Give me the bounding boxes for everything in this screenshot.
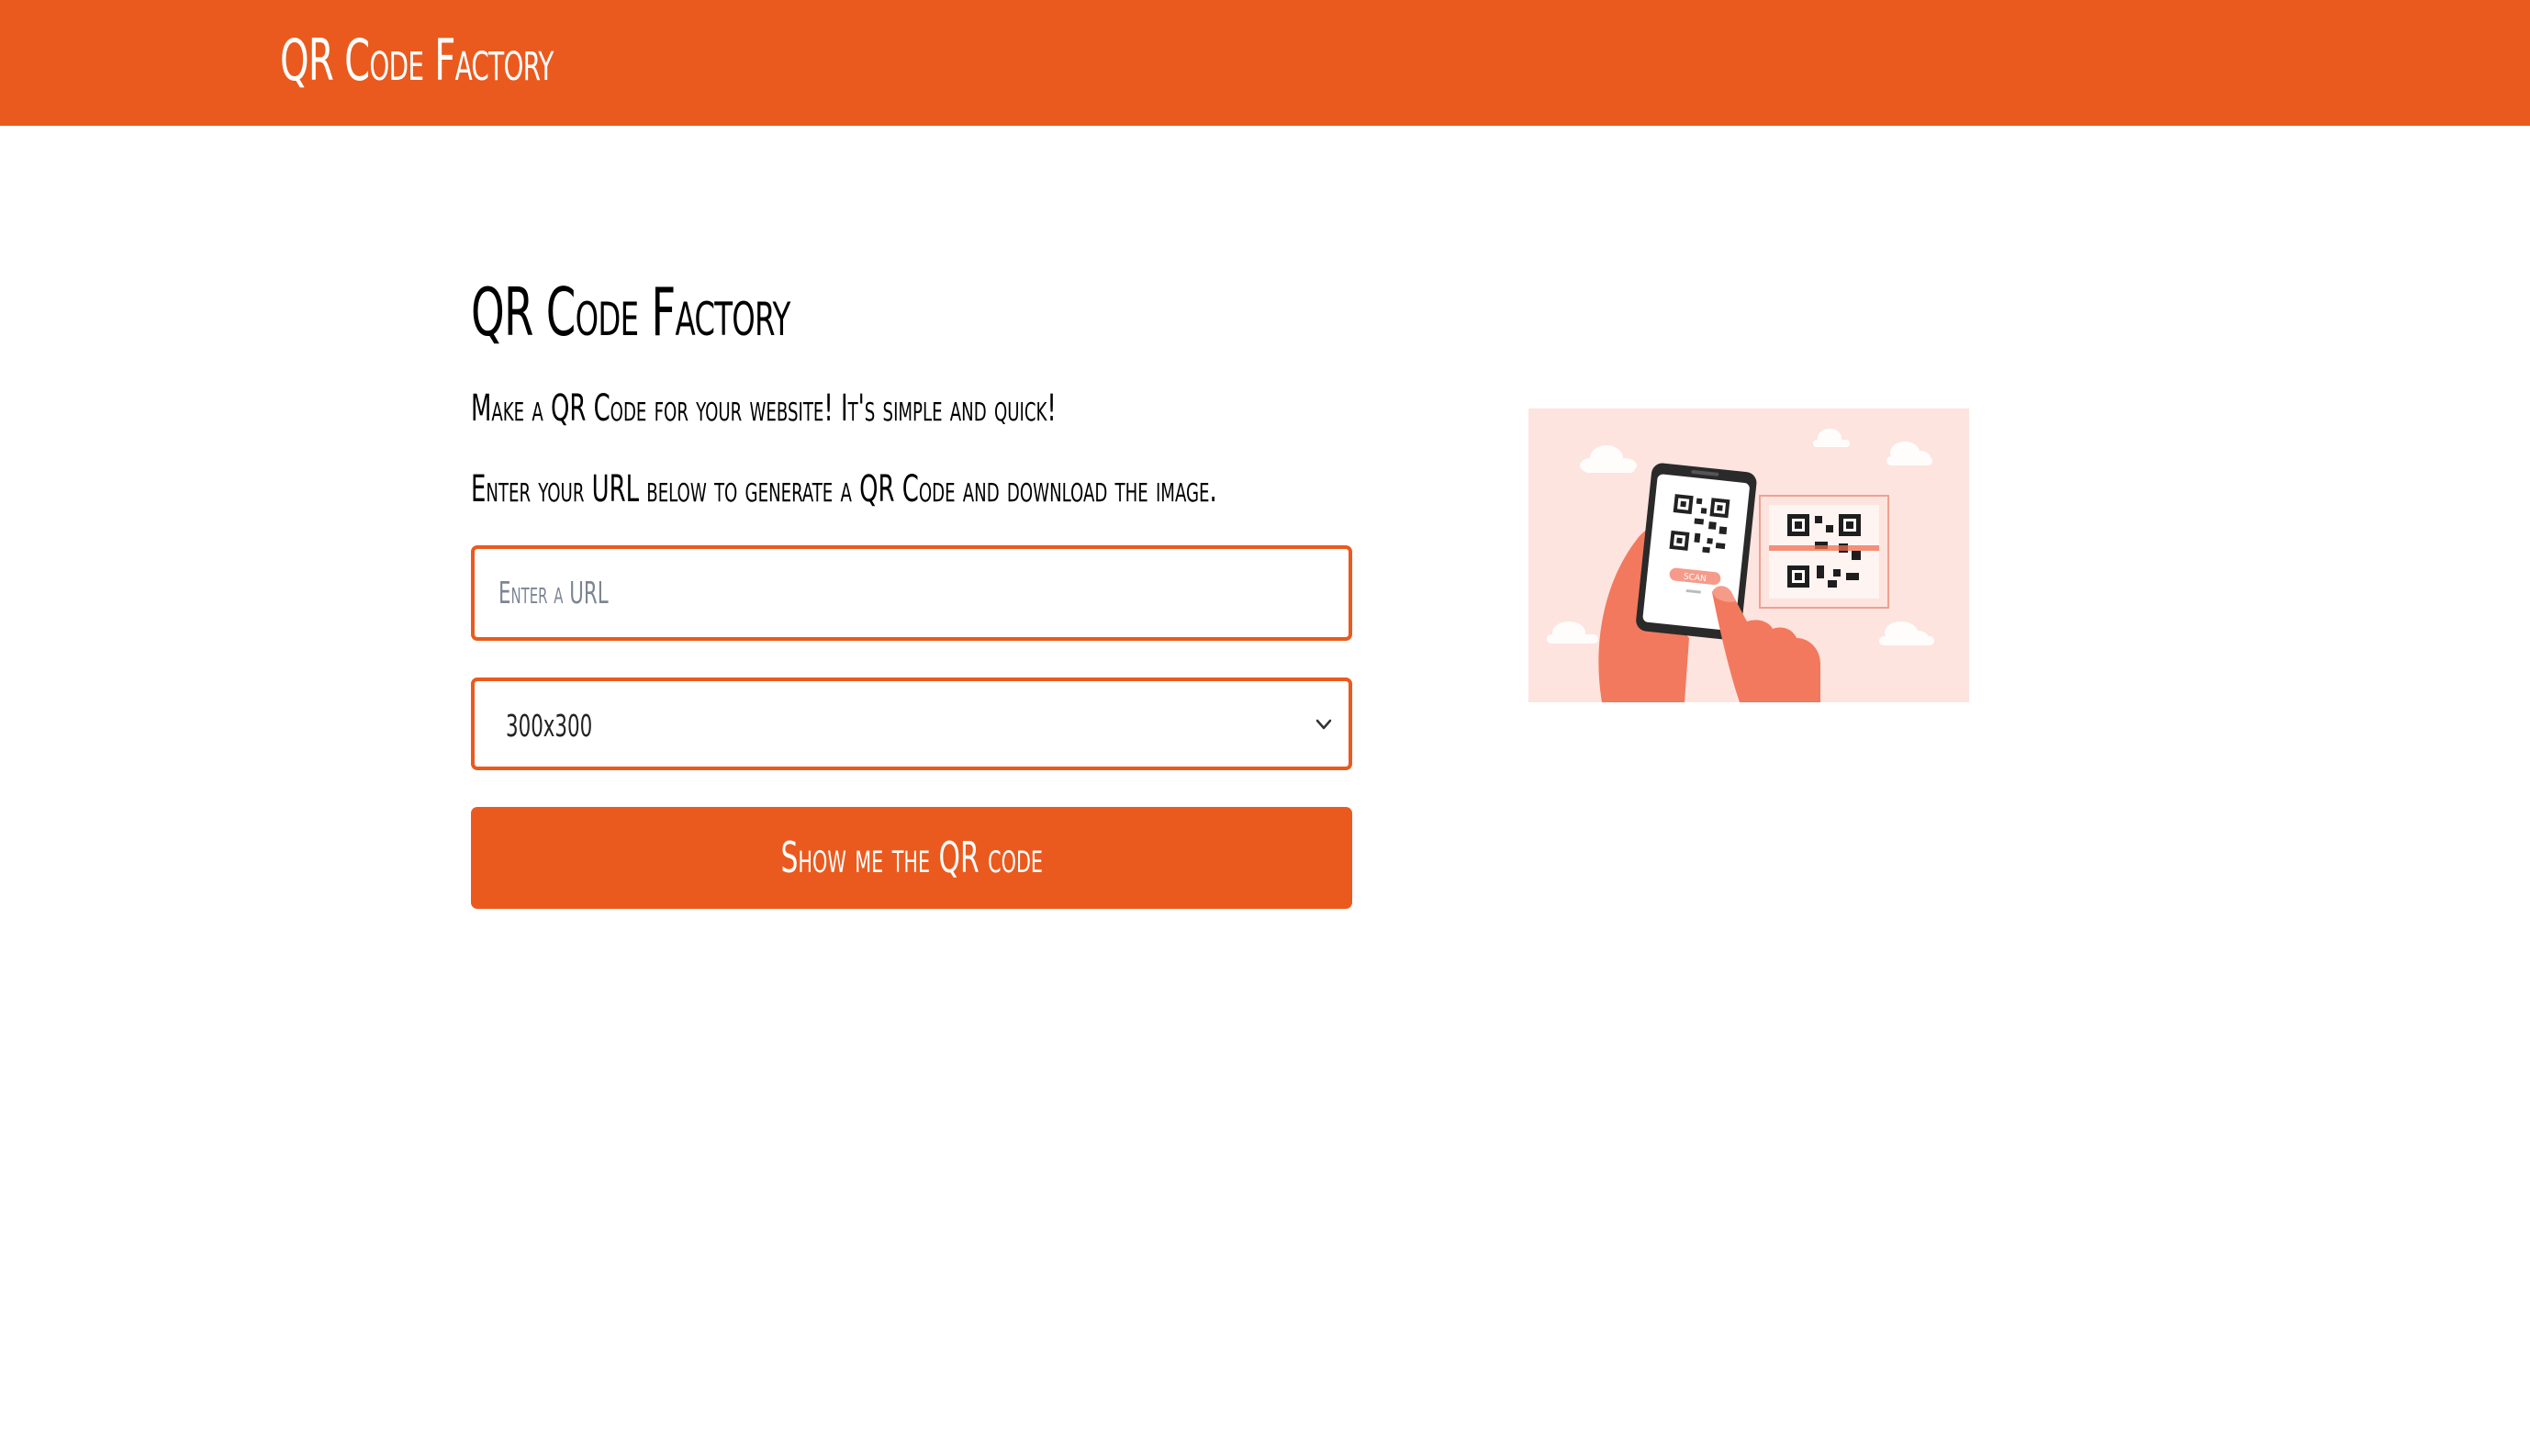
intro-text: Make a QR Code for your website! It's si… bbox=[471, 387, 1057, 430]
qr-scan-illustration-art: SCAN bbox=[1547, 429, 1934, 702]
size-select-value: 300x300 bbox=[506, 708, 593, 744]
qr-scan-illustration: SCAN bbox=[1528, 409, 1969, 702]
page-title: QR Code Factory bbox=[471, 274, 790, 351]
top-navbar: QR Code Factory bbox=[0, 0, 2530, 126]
instructions-text: Enter your URL below to generate a QR Co… bbox=[471, 468, 1217, 510]
chevron-down-icon bbox=[1315, 719, 1332, 730]
generate-qr-button-label: Show me the QR code bbox=[780, 833, 1043, 882]
url-input-placeholder: Enter a URL bbox=[498, 575, 609, 610]
generate-qr-button[interactable]: Show me the QR code bbox=[471, 807, 1352, 909]
size-select[interactable]: 300x300 bbox=[471, 678, 1352, 770]
brand-logo[interactable]: QR Code Factory bbox=[280, 22, 554, 99]
url-input[interactable]: Enter a URL bbox=[471, 545, 1352, 641]
